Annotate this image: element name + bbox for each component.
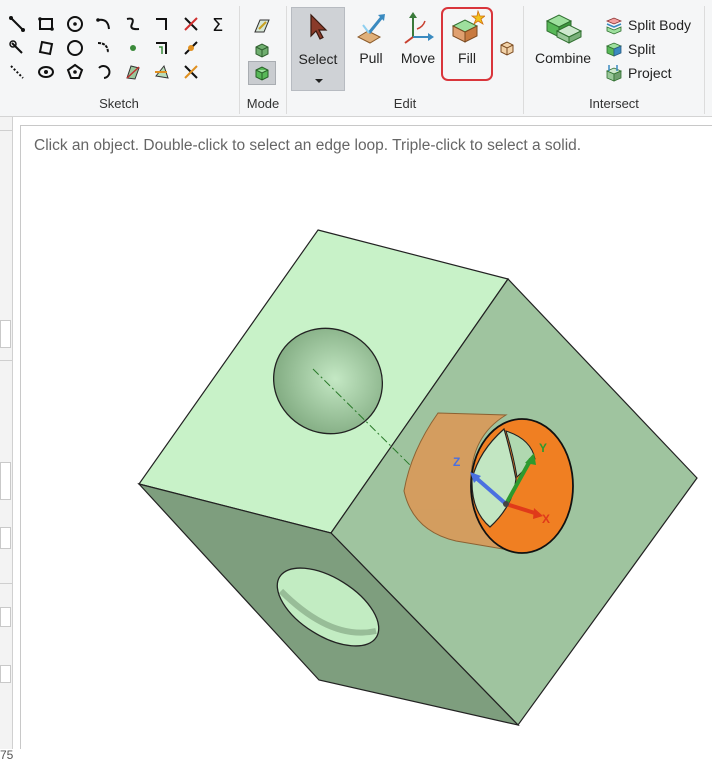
split-button[interactable]: Split	[604, 38, 664, 60]
group-label-edit: Edit	[393, 96, 417, 111]
triad-origin[interactable]	[503, 501, 509, 507]
pull-button[interactable]: Pull	[350, 7, 392, 81]
move-button[interactable]: Move	[397, 7, 439, 81]
pull-label: Pull	[359, 50, 383, 66]
polygon-tool-icon[interactable]	[65, 62, 85, 82]
panel-field[interactable]	[0, 320, 11, 348]
3d-viewport[interactable]: Click an object. Double-click to select …	[20, 125, 712, 749]
arc-tool-icon[interactable]	[94, 14, 114, 34]
ellipse-tool-icon[interactable]	[65, 38, 85, 58]
chevron-down-icon	[315, 79, 323, 83]
panel-divider	[0, 583, 12, 584]
three-point-rectangle-icon[interactable]	[36, 38, 56, 58]
construction-line-icon[interactable]	[7, 62, 27, 82]
fill-button[interactable]: Fill	[441, 7, 493, 81]
project-sketch-icon[interactable]	[152, 62, 172, 82]
group-label-intersect: Intersect	[589, 96, 639, 111]
triad-x-label: X	[542, 512, 550, 526]
3d-mode-button[interactable]	[248, 61, 276, 85]
split-body-button[interactable]: Split Body	[604, 14, 699, 36]
group-label-mode: Mode	[246, 96, 280, 111]
select-button[interactable]: Select	[291, 7, 345, 91]
svg-text:Σ: Σ	[212, 15, 223, 34]
split-icon	[605, 42, 623, 57]
triad-z-label: Z	[453, 455, 460, 469]
point-tool-icon[interactable]	[123, 38, 143, 58]
bend-tool-icon[interactable]	[181, 62, 201, 82]
ribbon-toolbar: Σ Sketch Mode Select Pull Move Fill Edit…	[0, 0, 712, 117]
project-icon	[605, 65, 623, 82]
panel-field[interactable]	[0, 607, 11, 627]
line-tool-icon[interactable]	[7, 14, 27, 34]
rectangle-tool-icon[interactable]	[36, 14, 56, 34]
split-line-icon[interactable]	[181, 38, 201, 58]
combine-button[interactable]: Combine	[529, 7, 597, 81]
project-label: Project	[628, 65, 672, 81]
move-label: Move	[400, 50, 436, 66]
panel-scrollbar[interactable]	[0, 462, 11, 500]
sigma-tool-icon[interactable]: Σ	[209, 14, 229, 34]
combine-label: Combine	[534, 50, 592, 66]
fill-icon	[451, 10, 485, 43]
3d-mode-icon	[255, 66, 269, 81]
spline-tool-icon[interactable]	[123, 14, 143, 34]
fill-label: Fill	[458, 50, 476, 66]
arrow-cursor-icon	[310, 13, 328, 40]
split-body-label: Split Body	[628, 17, 692, 33]
section-mode-icon[interactable]	[252, 40, 272, 60]
group-separator	[704, 6, 705, 114]
pull-icon	[356, 14, 385, 44]
move-icon	[404, 12, 434, 44]
split-label: Split	[628, 41, 656, 57]
triad-y-label: Y	[539, 441, 547, 455]
project-button[interactable]: Project	[604, 62, 682, 84]
panel-field[interactable]	[0, 527, 11, 549]
ribbon-divider	[0, 116, 712, 117]
three-point-arc-icon[interactable]	[94, 38, 114, 58]
split-body-icon	[605, 17, 623, 35]
left-panel-edge: 75	[0, 117, 13, 762]
sweep-arc-icon[interactable]	[94, 62, 114, 82]
panel-divider	[0, 130, 12, 131]
slot-tool-icon[interactable]	[36, 62, 56, 82]
sketch-mode-icon[interactable]	[252, 16, 272, 36]
blend-tool-icon[interactable]	[497, 37, 517, 57]
offset-corner-icon[interactable]	[152, 38, 172, 58]
model-scene[interactable]: Y X Z	[21, 126, 712, 750]
face-curve-icon[interactable]	[123, 62, 143, 82]
trim-tool-icon[interactable]	[181, 14, 201, 34]
select-label: Select	[298, 51, 338, 67]
group-label-sketch: Sketch	[99, 96, 139, 111]
panel-partial-value: 75	[0, 748, 14, 762]
tangent-line-icon[interactable]	[7, 38, 27, 58]
panel-divider	[0, 360, 12, 361]
corner-tool-icon[interactable]	[152, 14, 172, 34]
combine-icon	[545, 14, 583, 44]
panel-field[interactable]	[0, 665, 11, 683]
circle-tool-icon[interactable]	[65, 14, 85, 34]
